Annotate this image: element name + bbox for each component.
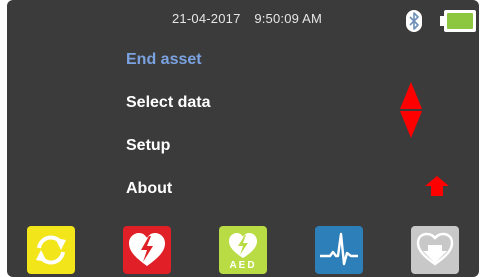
status-bar: 21-04-2017 9:50:09 AM	[7, 0, 479, 38]
device-screen: 21-04-2017 9:50:09 AM End asset Select d…	[7, 0, 479, 277]
defib-button[interactable]	[123, 226, 171, 274]
battery-body	[444, 10, 476, 32]
menu-item-select-data[interactable]: Select data	[126, 94, 210, 112]
up-down-arrows-icon[interactable]	[399, 82, 423, 138]
battery-level-fill	[447, 13, 473, 29]
menu-item-setup[interactable]: Setup	[126, 137, 170, 155]
battery-icon	[440, 10, 476, 32]
ecg-waveform-icon	[320, 232, 358, 266]
aed-button[interactable]: AED	[219, 226, 267, 274]
time-text: 9:50:09 AM	[254, 11, 323, 26]
date-text: 21-04-2017	[172, 11, 241, 26]
menu-item-end-asset[interactable]: End asset	[126, 51, 202, 69]
refresh-button[interactable]	[27, 226, 75, 274]
refresh-icon	[36, 235, 66, 265]
ecg-button[interactable]	[315, 226, 363, 274]
defib-heart-icon	[129, 233, 165, 266]
datetime: 21-04-2017 9:50:09 AM	[172, 11, 322, 26]
function-button-bar: AED	[7, 220, 479, 277]
aed-label: AED	[229, 260, 257, 271]
download-heart-icon	[416, 232, 454, 266]
download-button[interactable]	[411, 226, 459, 274]
up-arrow-icon[interactable]	[425, 176, 449, 196]
menu-item-about[interactable]: About	[126, 180, 172, 198]
bluetooth-icon	[406, 10, 422, 32]
